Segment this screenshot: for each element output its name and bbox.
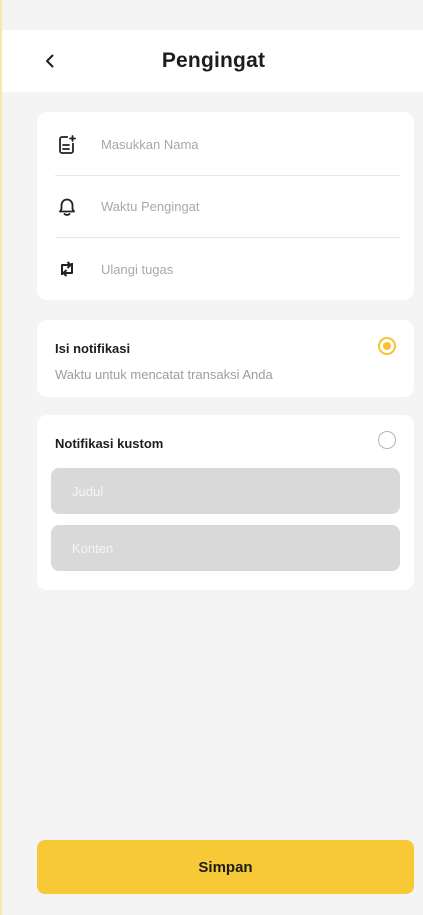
reminder-time-field[interactable]: Waktu Pengingat	[55, 176, 400, 238]
custom-title-input[interactable]: Judul	[51, 468, 400, 514]
custom-title-placeholder: Judul	[72, 483, 104, 499]
repeat-icon	[55, 257, 79, 281]
custom-content-placeholder: Konten	[72, 540, 114, 556]
reminder-screen: Pengingat Masukkan Nama Waktu Pengingat …	[0, 0, 423, 915]
custom-notification-radio[interactable]	[378, 431, 396, 449]
custom-notification-card: Notifikasi kustom Judul Konten	[37, 415, 414, 590]
status-bar	[2, 0, 423, 30]
chevron-left-icon	[46, 54, 54, 68]
name-placeholder: Masukkan Nama	[101, 137, 199, 152]
notification-content-title: Isi notifikasi	[55, 341, 131, 356]
custom-notification-title: Notifikasi kustom	[55, 436, 164, 451]
name-field[interactable]: Masukkan Nama	[55, 114, 400, 176]
notification-content-option[interactable]: Isi notifikasi Waktu untuk mencatat tran…	[37, 320, 414, 397]
back-button[interactable]	[38, 49, 62, 73]
repeat-task-field[interactable]: Ulangi tugas	[55, 238, 400, 300]
page-title: Pengingat	[161, 49, 266, 72]
notification-content-subtitle: Waktu untuk mencatat transaksi Anda	[55, 367, 273, 382]
reminder-time-placeholder: Waktu Pengingat	[101, 199, 200, 214]
save-button[interactable]: Simpan	[37, 840, 414, 894]
app-header: Pengingat	[2, 30, 423, 92]
repeat-task-placeholder: Ulangi tugas	[101, 261, 174, 277]
custom-content-input[interactable]: Konten	[51, 525, 400, 571]
notification-content-radio[interactable]	[378, 337, 396, 355]
note-add-icon	[55, 133, 79, 157]
bell-icon	[55, 195, 79, 219]
reminder-form-card: Masukkan Nama Waktu Pengingat Ulangi tug…	[37, 112, 414, 300]
